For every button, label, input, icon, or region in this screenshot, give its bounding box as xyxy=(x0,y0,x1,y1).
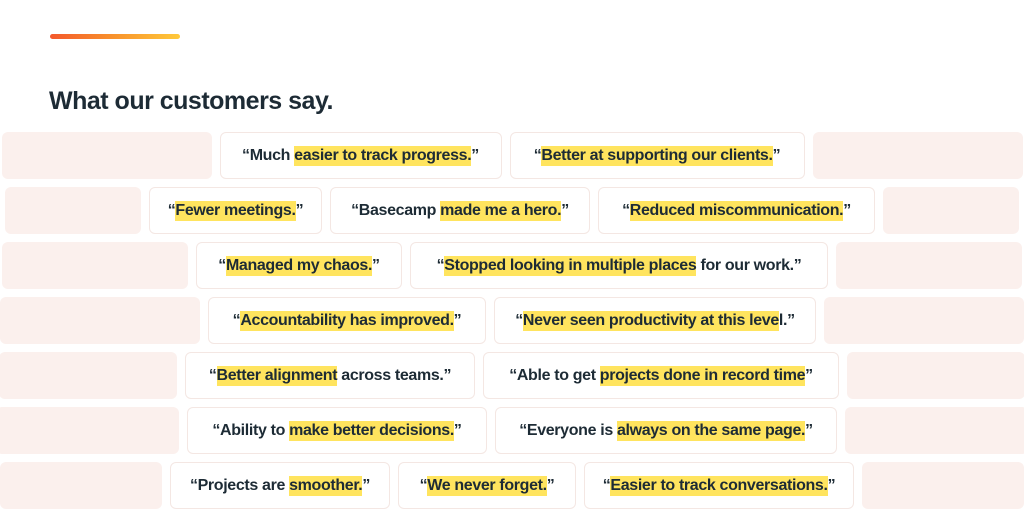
quote-text: “Better at supporting our clients.” xyxy=(534,145,781,166)
filler-block xyxy=(1,132,212,179)
quote-text: “Fewer meetings.” xyxy=(168,200,304,221)
quote-card[interactable]: “Much easier to track progress.” xyxy=(219,132,502,179)
plain-phrase: l.” xyxy=(778,311,795,329)
highlighted-phrase: Better at supporting our clients. xyxy=(541,145,773,166)
plain-phrase: ” xyxy=(772,146,781,164)
quote-card[interactable]: “Better at supporting our clients.” xyxy=(509,132,805,179)
quote-card[interactable]: “Basecamp made me a hero.” xyxy=(330,187,590,234)
quote-text: “We never forget.” xyxy=(420,475,555,496)
quote-card[interactable]: “Everyone is always on the same page.” xyxy=(495,407,837,454)
plain-phrase: ” xyxy=(372,256,380,274)
quote-card[interactable]: “Better alignment across teams.” xyxy=(185,352,475,399)
accent-gradient-bar xyxy=(50,34,180,39)
plain-phrase: ” xyxy=(561,201,569,219)
quote-card[interactable]: “Stopped looking in multiple places for … xyxy=(410,242,828,289)
quote-card[interactable]: “We never forget.” xyxy=(398,462,576,509)
filler-block xyxy=(0,352,177,399)
plain-phrase: ” xyxy=(805,366,813,384)
testimonial-wall-page: What our customers say. “Much easier to … xyxy=(0,0,1024,514)
highlighted-phrase: made me a hero. xyxy=(440,200,562,221)
plain-phrase: ” xyxy=(843,201,851,219)
quote-card[interactable]: “Accountability has improved.” xyxy=(208,297,486,344)
plain-phrase: “Able to get xyxy=(509,366,600,384)
filler-block xyxy=(824,297,1024,344)
quote-card[interactable]: “Ability to make better decisions.” xyxy=(187,407,487,454)
highlighted-phrase: Managed my chaos. xyxy=(225,255,373,276)
filler-block xyxy=(0,297,200,344)
quote-card[interactable]: “Never seen productivity at this level.” xyxy=(494,297,816,344)
plain-phrase: ” xyxy=(805,421,813,439)
highlighted-phrase: We never forget. xyxy=(427,475,547,496)
plain-phrase: “Ability to xyxy=(212,421,290,439)
testimonial-row: “Managed my chaos.” “Stopped looking in m… xyxy=(0,242,1024,289)
quote-text: “Managed my chaos.” xyxy=(218,255,380,276)
quote-text: “Stopped looking in multiple places for … xyxy=(437,255,802,276)
quote-text: “Able to get projects done in record tim… xyxy=(509,365,813,386)
highlighted-phrase: Easier to track conversations. xyxy=(610,475,828,496)
plain-phrase: for our work.” xyxy=(696,256,802,274)
testimonial-row: “Fewer meetings.” “Basecamp made me a her… xyxy=(0,187,1024,234)
filler-block xyxy=(812,132,1023,179)
quote-text: “Everyone is always on the same page.” xyxy=(519,420,813,441)
plain-phrase: “Projects are xyxy=(189,476,290,494)
filler-block xyxy=(5,187,141,234)
plain-phrase: “Basecamp xyxy=(351,201,441,219)
quote-text: “Basecamp made me a hero.” xyxy=(351,200,569,221)
plain-phrase: “ xyxy=(208,366,217,384)
plain-phrase: “ xyxy=(218,256,226,274)
highlighted-phrase: projects done in record time xyxy=(599,365,806,386)
quote-text: “Much easier to track progress.” xyxy=(242,145,479,166)
quote-text: “Projects are smoother.” xyxy=(189,475,371,496)
quote-card[interactable]: “Reduced miscommunication.” xyxy=(598,187,875,234)
plain-phrase: across teams.” xyxy=(337,366,452,384)
filler-block xyxy=(2,242,188,289)
quote-card[interactable]: “Easier to track conversations.” xyxy=(584,462,854,509)
testimonial-row: “Accountability has improved.” “Never see… xyxy=(0,297,1024,344)
quote-text: “Reduced miscommunication.” xyxy=(622,200,851,221)
quote-text: “Easier to track conversations.” xyxy=(603,475,836,496)
testimonial-row: “Better alignment across teams.” “Able to… xyxy=(0,352,1024,399)
plain-phrase: ” xyxy=(362,476,371,494)
highlighted-phrase: Better alignment xyxy=(216,365,338,386)
testimonial-row: “Projects are smoother.” “We never forget… xyxy=(0,462,1024,509)
plain-phrase: “Everyone is xyxy=(519,421,617,439)
plain-phrase: ” xyxy=(827,476,836,494)
quote-card[interactable]: “Able to get projects done in record tim… xyxy=(483,352,839,399)
plain-phrase: ” xyxy=(546,476,555,494)
quote-card[interactable]: “Fewer meetings.” xyxy=(149,187,322,234)
highlighted-phrase: always on the same page. xyxy=(616,420,806,441)
page-title: What our customers say. xyxy=(49,87,333,115)
filler-block xyxy=(0,407,179,454)
filler-block xyxy=(883,187,1019,234)
testimonial-row: “Ability to make better decisions.” “Ever… xyxy=(0,407,1024,454)
plain-phrase: “Much xyxy=(242,146,295,164)
quote-text: “Better alignment across teams.” xyxy=(208,365,452,386)
plain-phrase: “ xyxy=(622,201,630,219)
filler-block xyxy=(0,462,162,509)
quote-text: “Ability to make better decisions.” xyxy=(212,420,462,441)
plain-phrase: ” xyxy=(295,201,304,219)
quote-card[interactable]: “Managed my chaos.” xyxy=(196,242,402,289)
filler-block xyxy=(847,352,1024,399)
highlighted-phrase: Fewer meetings. xyxy=(175,200,296,221)
testimonial-row: “Much easier to track progress.” “Better … xyxy=(0,132,1024,179)
filler-block xyxy=(862,462,1024,509)
plain-phrase: “ xyxy=(515,311,523,329)
highlighted-phrase: Stopped looking in multiple places xyxy=(444,255,697,276)
plain-phrase: ” xyxy=(453,311,462,329)
plain-phrase: ” xyxy=(471,146,479,164)
filler-block xyxy=(836,242,1022,289)
plain-phrase: ” xyxy=(453,421,462,439)
highlighted-phrase: Never seen productivity at this leve xyxy=(522,310,779,331)
highlighted-phrase: make better decisions. xyxy=(289,420,454,441)
quote-text: “Never seen productivity at this level.” xyxy=(515,310,795,331)
quote-text: “Accountability has improved.” xyxy=(233,310,462,331)
testimonial-wall: “Much easier to track progress.” “Better … xyxy=(0,132,1024,517)
highlighted-phrase: Reduced miscommunication. xyxy=(629,200,844,221)
highlighted-phrase: Accountability has improved. xyxy=(240,310,454,331)
highlighted-phrase: smoother. xyxy=(289,475,363,496)
filler-block xyxy=(845,407,1024,454)
quote-card[interactable]: “Projects are smoother.” xyxy=(170,462,390,509)
highlighted-phrase: easier to track progress. xyxy=(294,145,472,166)
